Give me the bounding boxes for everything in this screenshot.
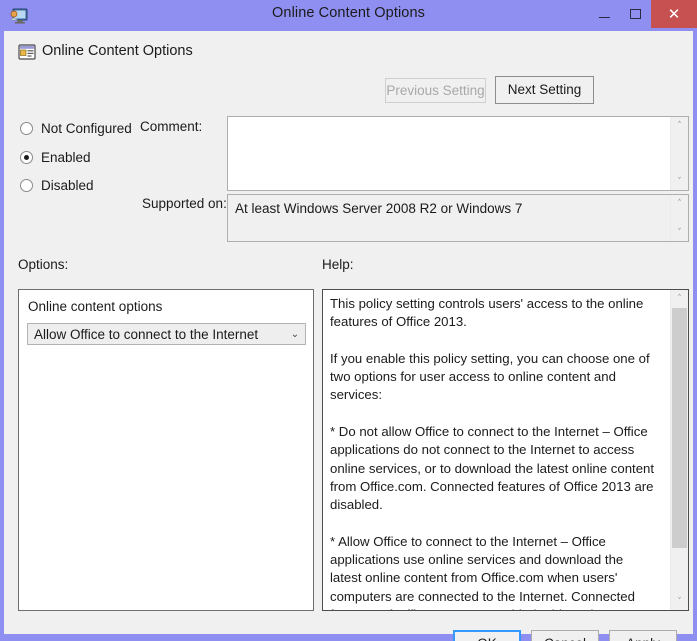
comment-scrollbar[interactable]: ˄ ˅ <box>670 117 688 190</box>
previous-setting-button[interactable]: Previous Setting <box>385 78 486 103</box>
help-paragraph: If you enable this policy setting, you c… <box>330 350 650 403</box>
online-content-options-dropdown[interactable]: Allow Office to connect to the Internet … <box>27 323 306 345</box>
dropdown-selected-value: Allow Office to connect to the Internet <box>34 326 259 342</box>
scrollbar-thumb[interactable] <box>672 308 687 548</box>
radio-label-not-configured: Not Configured <box>41 121 132 136</box>
scroll-down-icon[interactable]: ˅ <box>671 593 688 610</box>
supported-on-value: At least Windows Server 2008 R2 or Windo… <box>235 201 523 216</box>
window-controls: ✕ <box>589 0 697 28</box>
next-setting-button[interactable]: Next Setting <box>495 76 594 104</box>
radio-indicator <box>20 122 33 135</box>
help-text: This policy setting controls users' acce… <box>330 295 655 610</box>
comment-label: Comment: <box>140 119 203 134</box>
close-icon: ✕ <box>667 4 681 23</box>
close-button[interactable]: ✕ <box>651 0 697 28</box>
radio-not-configured[interactable]: Not Configured <box>20 121 132 136</box>
title-bar[interactable]: Online Content Options ✕ <box>0 0 697 31</box>
cancel-button[interactable]: Cancel <box>531 630 599 641</box>
help-paragraph: This policy setting controls users' acce… <box>330 296 644 330</box>
online-content-options-dialog: Online Content Options ✕ Online Content … <box>0 0 697 641</box>
chevron-down-icon: ⌄ <box>290 328 300 340</box>
minimize-button[interactable] <box>589 0 620 28</box>
supported-on-label: Supported on: <box>142 196 227 211</box>
radio-indicator-selected <box>20 151 33 164</box>
scroll-up-icon[interactable]: ˄ <box>671 117 688 134</box>
scroll-down-icon[interactable]: ˅ <box>671 224 688 241</box>
radio-label-disabled: Disabled <box>41 178 94 193</box>
maximize-button[interactable] <box>620 0 651 28</box>
radio-disabled[interactable]: Disabled <box>20 178 94 193</box>
radio-label-enabled: Enabled <box>41 150 91 165</box>
scroll-down-icon[interactable]: ˅ <box>671 173 688 190</box>
help-section-label: Help: <box>322 257 354 272</box>
comment-textbox[interactable]: ˄ ˅ <box>227 116 689 191</box>
online-content-options-label: Online content options <box>28 299 163 314</box>
dialog-body: Online Content Options Previous Setting … <box>4 31 693 641</box>
maximize-icon <box>630 9 641 19</box>
scroll-up-icon[interactable]: ˄ <box>671 195 688 212</box>
page-title: Online Content Options <box>42 43 193 59</box>
supported-on-textbox[interactable]: At least Windows Server 2008 R2 or Windo… <box>227 194 689 242</box>
options-section-label: Options: <box>18 257 69 272</box>
options-panel: Online content options Allow Office to c… <box>18 289 314 611</box>
help-panel[interactable]: This policy setting controls users' acce… <box>322 289 689 611</box>
help-paragraph: * Do not allow Office to connect to the … <box>330 424 655 513</box>
help-paragraph: * Allow Office to connect to the Interne… <box>330 533 635 610</box>
radio-indicator <box>20 179 33 192</box>
help-scrollbar[interactable]: ˄ ˅ <box>670 290 688 610</box>
supported-on-scrollbar[interactable]: ˄ ˅ <box>670 195 688 241</box>
apply-button[interactable]: Apply <box>609 630 677 641</box>
scroll-up-icon[interactable]: ˄ <box>671 290 688 307</box>
gpo-setting-icon <box>18 43 36 61</box>
minimize-icon <box>599 16 610 18</box>
radio-enabled[interactable]: Enabled <box>20 150 91 165</box>
ok-button[interactable]: OK <box>453 630 521 641</box>
